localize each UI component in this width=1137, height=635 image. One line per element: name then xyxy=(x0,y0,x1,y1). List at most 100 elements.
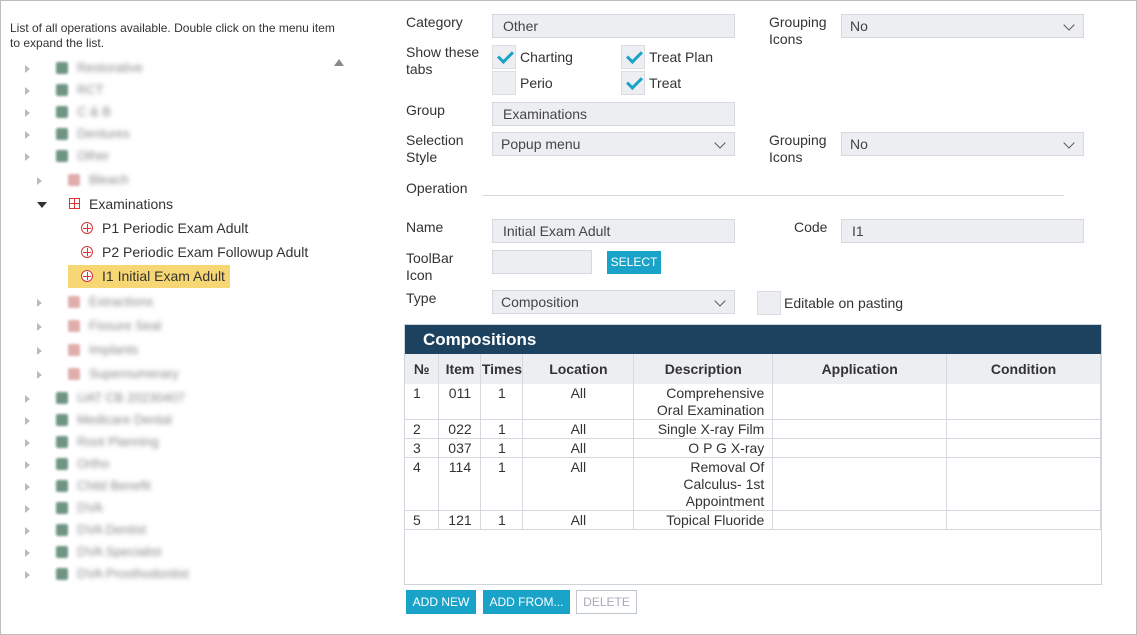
operations-tree-panel: List of all operations available. Double… xyxy=(1,1,348,634)
expand-arrow-icon[interactable] xyxy=(23,79,35,101)
tree-item-label: Dentures xyxy=(77,126,130,141)
cell-condition xyxy=(946,510,1101,530)
tree-item-implants[interactable]: Implants xyxy=(35,339,335,361)
expand-arrow-icon[interactable] xyxy=(23,431,35,453)
operation-label: Operation xyxy=(406,180,468,196)
expand-arrow-icon[interactable] xyxy=(23,409,35,431)
expand-arrow-icon[interactable] xyxy=(23,123,35,145)
category-icon xyxy=(56,106,68,118)
code-field[interactable]: I1 xyxy=(841,219,1084,243)
tree-item-rct[interactable]: RCT xyxy=(23,79,323,101)
tree-item-dentures[interactable]: Dentures xyxy=(23,123,323,145)
expand-arrow-icon[interactable] xyxy=(23,497,35,519)
expand-arrow-icon[interactable] xyxy=(23,101,35,123)
tree-item-uat[interactable]: UAT CB 20230407 xyxy=(23,387,323,409)
expand-arrow-icon[interactable] xyxy=(23,563,35,585)
expand-arrow-icon[interactable] xyxy=(35,363,47,385)
expand-arrow-icon[interactable] xyxy=(23,387,35,409)
table-row[interactable]: 2 022 1 All Single X-ray Film xyxy=(405,419,1101,439)
cell-times: 1 xyxy=(480,510,524,530)
cell-times: 1 xyxy=(480,438,524,458)
perio-checkbox[interactable] xyxy=(492,71,516,95)
expand-arrow-icon[interactable] xyxy=(23,541,35,563)
toolbar-icon-preview xyxy=(492,250,592,274)
table-row[interactable]: 5 121 1 All Topical Fluoride xyxy=(405,510,1101,530)
expand-arrow-icon[interactable] xyxy=(23,57,35,79)
tree-item-p1[interactable]: P1 Periodic Exam Adult xyxy=(81,217,341,239)
table-row[interactable]: 4 114 1 All Removal Of Calculus- 1st App… xyxy=(405,457,1101,511)
cell-number: 4 xyxy=(405,457,440,511)
col-item[interactable]: Item xyxy=(438,354,482,384)
cell-number: 3 xyxy=(405,438,440,458)
collapse-arrow-icon[interactable] xyxy=(37,193,49,215)
chevron-down-icon xyxy=(714,137,726,149)
col-times[interactable]: Times xyxy=(480,354,524,384)
cell-item: 037 xyxy=(438,438,482,458)
tree-item-extractions[interactable]: Extractions xyxy=(35,291,335,313)
expand-arrow-icon[interactable] xyxy=(35,291,47,313)
tree-item-dva-dentist[interactable]: DVA Dentist xyxy=(23,519,323,541)
tree-item-dva-specialist[interactable]: DVA Specialist xyxy=(23,541,323,563)
add-from-button[interactable]: ADD FROM... xyxy=(483,590,570,614)
table-row[interactable]: 1 011 1 All Comprehensive Oral Examinati… xyxy=(405,384,1101,420)
treat-checkbox[interactable] xyxy=(621,71,645,95)
col-number[interactable]: № xyxy=(405,354,440,384)
expand-arrow-icon[interactable] xyxy=(35,169,47,191)
name-field[interactable]: Initial Exam Adult xyxy=(492,219,735,243)
add-new-button[interactable]: ADD NEW xyxy=(406,590,476,614)
cell-application xyxy=(772,384,948,420)
select-icon-button[interactable]: SELECT xyxy=(607,251,661,274)
tree-item-i1-selected[interactable]: I1 Initial Exam Adult xyxy=(81,265,231,287)
grouping-icons-label-2: Grouping Icons xyxy=(769,132,827,165)
tree-item-dva-prosthodontist[interactable]: DVA Prosthodontist xyxy=(23,563,323,585)
type-select[interactable]: Composition xyxy=(492,290,735,314)
tree-item-restorative[interactable]: Restorative xyxy=(23,57,323,79)
grouping-icons-select-2[interactable]: No xyxy=(841,132,1084,156)
tree-item-medicare-dental[interactable]: Medicare Dental xyxy=(23,409,323,431)
tree-item-label: I1 Initial Exam Adult xyxy=(102,268,225,284)
tree-item-p2[interactable]: P2 Periodic Exam Followup Adult xyxy=(81,241,341,263)
delete-button[interactable]: DELETE xyxy=(576,590,637,614)
chevron-down-icon xyxy=(1063,19,1075,31)
cell-location: All xyxy=(522,419,635,439)
scroll-up-arrow-icon[interactable] xyxy=(334,59,344,66)
table-row[interactable]: 3 037 1 All O P G X-ray xyxy=(405,438,1101,458)
tree-item-bleach[interactable]: Bleach xyxy=(35,169,335,191)
expand-arrow-icon[interactable] xyxy=(23,519,35,541)
category-icon xyxy=(56,436,68,448)
category-icon xyxy=(56,568,68,580)
tree-item-supernumerary[interactable]: Supernumerary xyxy=(35,363,335,385)
col-description[interactable]: Description xyxy=(633,354,774,384)
selection-style-select[interactable]: Popup menu xyxy=(492,132,735,156)
tree-item-ortho[interactable]: Ortho xyxy=(23,453,323,475)
charting-checkbox[interactable] xyxy=(492,45,516,69)
grouping-icons-select[interactable]: No xyxy=(841,14,1084,38)
col-application[interactable]: Application xyxy=(772,354,948,384)
expand-arrow-icon[interactable] xyxy=(23,145,35,167)
tree-item-fissure-seal[interactable]: Fissure Seal xyxy=(35,315,335,337)
expand-arrow-icon[interactable] xyxy=(23,453,35,475)
cell-application xyxy=(772,438,948,458)
tree-item-examinations[interactable]: Examinations xyxy=(37,193,337,215)
expand-arrow-icon[interactable] xyxy=(35,315,47,337)
tree-item-dva[interactable]: DVA xyxy=(23,497,323,519)
treat-plan-checkbox[interactable] xyxy=(621,45,645,69)
tree-item-label: Restorative xyxy=(77,60,143,75)
name-label: Name xyxy=(406,219,444,235)
code-label: Code xyxy=(794,219,828,235)
editable-on-pasting-checkbox[interactable] xyxy=(757,291,781,315)
tree-item-label: Ortho xyxy=(77,456,110,471)
col-condition[interactable]: Condition xyxy=(946,354,1101,384)
tree-item-c-and-b[interactable]: C & B xyxy=(23,101,323,123)
category-icon xyxy=(56,502,68,514)
treat-label: Treat xyxy=(649,75,682,91)
tree-item-label: P2 Periodic Exam Followup Adult xyxy=(102,244,309,260)
expand-arrow-icon[interactable] xyxy=(35,339,47,361)
group-field[interactable]: Examinations xyxy=(492,102,735,126)
category-field[interactable]: Other xyxy=(492,14,735,38)
expand-arrow-icon[interactable] xyxy=(23,475,35,497)
tree-item-other[interactable]: Other xyxy=(23,145,323,167)
tree-item-root-planning[interactable]: Root Planning xyxy=(23,431,323,453)
col-location[interactable]: Location xyxy=(522,354,635,384)
tree-item-child-benefit[interactable]: Child Benefit xyxy=(23,475,323,497)
